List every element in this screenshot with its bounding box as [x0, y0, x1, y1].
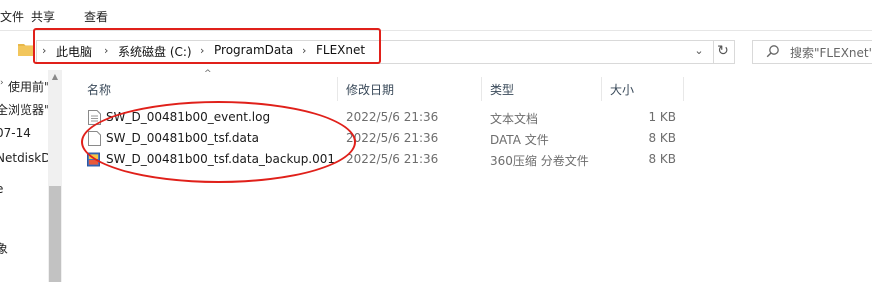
column-header-type[interactable]: 类型 [490, 81, 514, 98]
column-header-size[interactable]: 大小 [610, 81, 634, 98]
file-type: DATA 文件 [490, 133, 549, 147]
address-dropdown-button[interactable]: ⌄ [688, 40, 710, 62]
file-size: 8 KB [648, 131, 676, 145]
refresh-button[interactable]: ↻ [712, 40, 735, 64]
highlight-ellipse [81, 101, 356, 183]
nav-item[interactable]: e [0, 182, 3, 196]
file-modified: 2022/5/6 21:36 [346, 131, 439, 145]
column-header-modified[interactable]: 修改日期 [346, 81, 394, 98]
sort-ascending-icon: ^ [204, 69, 212, 79]
nav-item[interactable]: NetdiskD [0, 151, 50, 165]
file-size: 1 KB [648, 110, 676, 124]
file-size: 8 KB [648, 152, 676, 166]
tab-view[interactable]: 查看 [84, 8, 108, 25]
column-divider[interactable] [601, 77, 602, 101]
file-type: 文本文档 [490, 112, 539, 126]
column-divider[interactable] [683, 77, 684, 101]
file-type: 360压缩 分卷文件 [490, 154, 589, 168]
search-placeholder: 搜索"FLEXnet" [790, 46, 872, 60]
search-icon [766, 45, 779, 58]
nav-item[interactable]: 07-14 [0, 126, 31, 140]
folder-icon [18, 44, 34, 56]
column-divider[interactable] [337, 77, 338, 101]
ribbon [0, 0, 872, 30]
nav-item[interactable]: 象 [0, 240, 8, 257]
scroll-up-icon[interactable]: ▲ [48, 70, 62, 84]
file-modified: 2022/5/6 21:36 [346, 152, 439, 166]
tab-file[interactable]: 文件 [0, 8, 24, 25]
highlight-rectangle [33, 28, 381, 64]
expand-arrow-icon[interactable]: › [0, 78, 4, 88]
nav-item[interactable]: 使用前" [8, 78, 50, 95]
nav-item[interactable]: 全浏览器" [0, 101, 50, 118]
column-header-name[interactable]: 名称 [87, 81, 111, 98]
scrollbar-thumb[interactable] [49, 186, 61, 282]
column-divider[interactable] [481, 77, 482, 101]
tab-share[interactable]: 共享 [31, 8, 55, 25]
file-modified: 2022/5/6 21:36 [346, 110, 439, 124]
